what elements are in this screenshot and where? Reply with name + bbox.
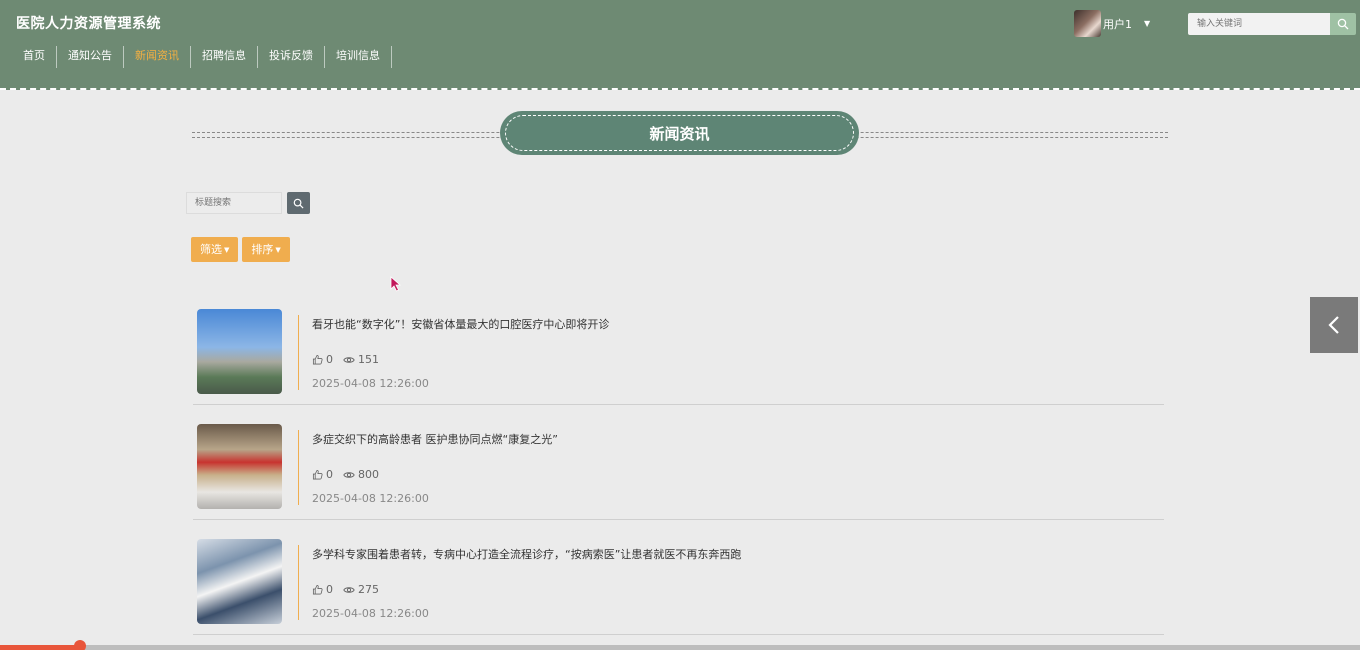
- section-title: 新闻资讯: [500, 111, 859, 155]
- username[interactable]: 用户1: [1103, 16, 1132, 32]
- progress-fill: [0, 645, 80, 650]
- likes-count: 0: [326, 353, 333, 366]
- header-search-input[interactable]: [1188, 13, 1330, 35]
- likes-count: 0: [326, 583, 333, 596]
- news-item[interactable]: 看牙也能“数字化”！安徽省体量最大的口腔医疗中心即将开诊 0 151 2025-…: [193, 290, 1164, 405]
- side-panel-toggle[interactable]: [1310, 297, 1358, 353]
- divider: [298, 430, 299, 505]
- filter-button[interactable]: 筛选 ▼: [191, 237, 239, 262]
- caret-down-icon: ▼: [275, 245, 281, 254]
- likes: 0: [312, 468, 333, 481]
- news-stats: 0 151: [312, 353, 379, 366]
- news-title[interactable]: 看牙也能“数字化”！安徽省体量最大的口腔医疗中心即将开诊: [312, 316, 609, 332]
- header-search-button[interactable]: [1330, 13, 1356, 35]
- sort-button[interactable]: 排序 ▼: [242, 237, 290, 262]
- filter-bar: 筛选 ▼ 排序 ▼: [191, 237, 294, 262]
- views: 800: [343, 468, 379, 481]
- nav-item-home[interactable]: 首页: [12, 46, 57, 68]
- news-thumbnail[interactable]: [197, 424, 282, 509]
- caret-down-icon[interactable]: ▼: [1144, 19, 1150, 28]
- user-menu[interactable]: 用户1 ▼: [1074, 10, 1150, 37]
- sort-label: 排序: [251, 243, 274, 256]
- views: 275: [343, 583, 379, 596]
- views: 151: [343, 353, 379, 366]
- header-search: [1188, 13, 1356, 35]
- views-count: 151: [358, 353, 379, 366]
- news-thumbnail[interactable]: [197, 309, 282, 394]
- title-search-input[interactable]: [186, 192, 282, 214]
- news-title[interactable]: 多症交织下的高龄患者 医护患协同点燃“康复之光”: [312, 431, 558, 447]
- eye-icon: [343, 356, 355, 363]
- top-header: 医院人力资源管理系统 首页 通知公告 新闻资讯 招聘信息 投诉反馈 培训信息 用…: [0, 0, 1360, 90]
- caret-down-icon: ▼: [224, 245, 230, 254]
- nav-item-news[interactable]: 新闻资讯: [124, 46, 191, 68]
- likes-count: 0: [326, 468, 333, 481]
- views-count: 275: [358, 583, 379, 596]
- chevron-left-icon: [1328, 316, 1339, 334]
- divider: [298, 315, 299, 390]
- nav-item-complaints[interactable]: 投诉反馈: [258, 46, 325, 68]
- news-stats: 0 800: [312, 468, 379, 481]
- news-date: 2025-04-08 12:26:00: [312, 377, 429, 390]
- thumbs-up-icon: [312, 584, 323, 595]
- news-item[interactable]: 多学科专家围着患者转，专病中心打造全流程诊疗，“按病索医”让患者就医不再东奔西跑…: [193, 520, 1164, 635]
- avatar[interactable]: [1074, 10, 1101, 37]
- title-search-button[interactable]: [287, 192, 310, 214]
- views-count: 800: [358, 468, 379, 481]
- thumbs-up-icon: [312, 354, 323, 365]
- news-date: 2025-04-08 12:26:00: [312, 607, 429, 620]
- news-search: [186, 192, 310, 214]
- eye-icon: [343, 471, 355, 478]
- eye-icon: [343, 586, 355, 593]
- news-title[interactable]: 多学科专家围着患者转，专病中心打造全流程诊疗，“按病索医”让患者就医不再东奔西跑: [312, 546, 741, 562]
- news-thumbnail[interactable]: [197, 539, 282, 624]
- news-list: 看牙也能“数字化”！安徽省体量最大的口腔医疗中心即将开诊 0 151 2025-…: [193, 290, 1164, 635]
- likes: 0: [312, 583, 333, 596]
- search-icon: [293, 198, 304, 209]
- filter-label: 筛选: [200, 243, 222, 256]
- nav-item-notices[interactable]: 通知公告: [57, 46, 124, 68]
- divider: [298, 545, 299, 620]
- nav-item-training[interactable]: 培训信息: [325, 46, 392, 68]
- likes: 0: [312, 353, 333, 366]
- progress-track: [0, 645, 1360, 650]
- thumbs-up-icon: [312, 469, 323, 480]
- progress-handle[interactable]: [74, 640, 86, 650]
- news-stats: 0 275: [312, 583, 379, 596]
- search-icon: [1337, 18, 1349, 30]
- main-nav: 首页 通知公告 新闻资讯 招聘信息 投诉反馈 培训信息: [12, 46, 392, 68]
- news-date: 2025-04-08 12:26:00: [312, 492, 429, 505]
- news-item[interactable]: 多症交织下的高龄患者 医护患协同点燃“康复之光” 0 800 2025-04-0…: [193, 405, 1164, 520]
- site-brand: 医院人力资源管理系统: [16, 16, 161, 32]
- nav-item-recruitment[interactable]: 招聘信息: [191, 46, 258, 68]
- section-title-text: 新闻资讯: [649, 124, 710, 143]
